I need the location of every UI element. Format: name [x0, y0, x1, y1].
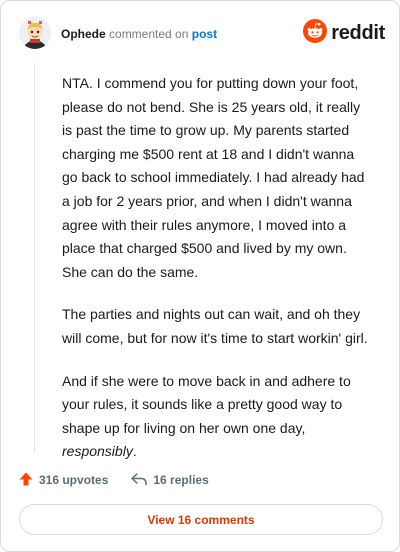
upvote-arrow-icon: [18, 471, 39, 490]
brand-wordmark: reddit: [331, 21, 385, 44]
comment-footer: 316 upvotes 16 replies: [18, 470, 209, 490]
reddit-brand[interactable]: reddit: [303, 18, 385, 48]
comment-paragraph: NTA. I commend you for putting down your…: [62, 75, 365, 280]
comment-header: Ophede commented on post reddit: [19, 17, 385, 51]
upvote-count: 316 upvotes: [39, 473, 109, 487]
upvote-button[interactable]: 316 upvotes: [18, 471, 108, 490]
replies-button[interactable]: 16 replies: [130, 471, 209, 490]
reply-arrow-icon: [130, 471, 153, 490]
comment-card: Ophede commented on post reddit NTA. I c…: [0, 0, 400, 552]
snoo-avatar-icon[interactable]: [19, 17, 51, 49]
post-link[interactable]: post: [192, 27, 217, 41]
comment-byline: Ophede commented on post: [61, 27, 217, 41]
emphasized-text: responsibly: [62, 443, 133, 460]
paragraph-text: And if she were to move back in and adhe…: [62, 372, 351, 436]
reddit-logo-icon: [303, 18, 328, 48]
paragraph-end: .: [132, 443, 137, 460]
comment-paragraph: And if she were to move back in and adhe…: [62, 370, 370, 464]
username-link[interactable]: Ophede: [61, 27, 106, 41]
view-comments-button[interactable]: View 16 comments: [19, 504, 383, 535]
byline-verb: commented on: [109, 27, 189, 41]
comment-paragraph: The parties and nights out can wait, and…: [62, 306, 368, 346]
thread-line: [34, 63, 35, 453]
reply-count: 16 replies: [153, 473, 209, 487]
comment-body: NTA. I commend you for putting down your…: [62, 72, 370, 483]
